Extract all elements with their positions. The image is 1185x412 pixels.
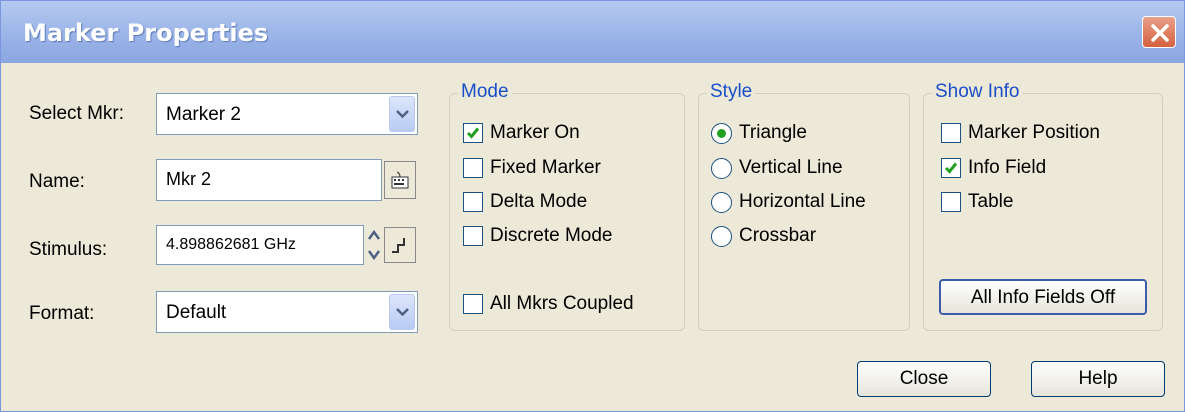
mode-legend: Mode [458,81,512,103]
close-x-icon [1151,24,1169,42]
stimulus-spinner[interactable] [366,225,382,265]
table-label: Table [968,191,1014,212]
stimulus-input[interactable]: 4.898862681 GHz [156,225,364,265]
marker-position-checkbox[interactable] [941,123,961,143]
marker-on-checkbox[interactable] [463,123,483,143]
info-field-label: Info Field [968,157,1047,178]
style-legend: Style [707,81,756,103]
checkmark-icon [466,127,480,139]
vertical-line-radio[interactable] [711,158,732,179]
help-button[interactable]: Help [1031,361,1165,397]
select-mkr-value: Marker 2 [166,104,241,125]
fixed-marker-label: Fixed Marker [490,157,601,178]
format-dropdown[interactable]: Default [156,291,418,333]
stimulus-label: Stimulus: [29,239,108,260]
close-window-button[interactable] [1142,16,1176,48]
keyboard-button[interactable] [384,161,416,199]
step-icon [392,238,405,253]
crossbar-label: Crossbar [739,225,817,246]
name-label: Name: [29,171,85,192]
discrete-mode-label: Discrete Mode [490,225,613,246]
marker-on-label: Marker On [490,122,580,143]
crossbar-radio[interactable] [711,226,732,247]
chevron-down-icon [396,110,409,119]
spin-arrows-icon [367,229,381,261]
triangle-radio[interactable] [711,123,732,144]
title-bar[interactable]: Marker Properties [1,1,1184,63]
format-label: Format: [29,303,95,324]
vertical-line-label: Vertical Line [739,157,843,178]
all-mkrs-coupled-label: All Mkrs Coupled [490,293,634,314]
all-mkrs-coupled-checkbox[interactable] [463,294,483,314]
select-mkr-dropdown[interactable]: Marker 2 [156,93,418,135]
marker-position-label: Marker Position [968,122,1100,143]
triangle-label: Triangle [739,122,807,143]
format-value: Default [166,302,227,323]
all-info-fields-off-button[interactable]: All Info Fields Off [939,279,1147,315]
select-mkr-label: Select Mkr: [29,103,125,124]
chevron-down-icon [396,308,409,317]
delta-mode-checkbox[interactable] [463,192,483,212]
select-mkr-dropdown-button[interactable] [389,96,415,132]
window-title: Marker Properties [23,19,269,47]
horizontal-line-radio[interactable] [711,192,732,213]
format-dropdown-button[interactable] [389,294,415,330]
step-button[interactable] [384,227,416,263]
close-button[interactable]: Close [857,361,991,397]
name-value: Mkr 2 [166,169,211,189]
table-checkbox[interactable] [941,192,961,212]
horizontal-line-label: Horizontal Line [739,191,866,212]
keyboard-icon [391,171,409,189]
show-info-legend: Show Info [932,81,1023,103]
info-field-checkbox[interactable] [941,158,961,178]
fixed-marker-checkbox[interactable] [463,158,483,178]
checkmark-icon [944,162,958,174]
name-input[interactable]: Mkr 2 [156,159,382,201]
radio-selected-dot [717,129,726,138]
marker-properties-dialog: Marker Properties Select Mkr: Marker 2 N… [0,0,1185,412]
delta-mode-label: Delta Mode [490,191,588,212]
stimulus-value: 4.898862681 GHz [166,236,296,253]
discrete-mode-checkbox[interactable] [463,226,483,246]
